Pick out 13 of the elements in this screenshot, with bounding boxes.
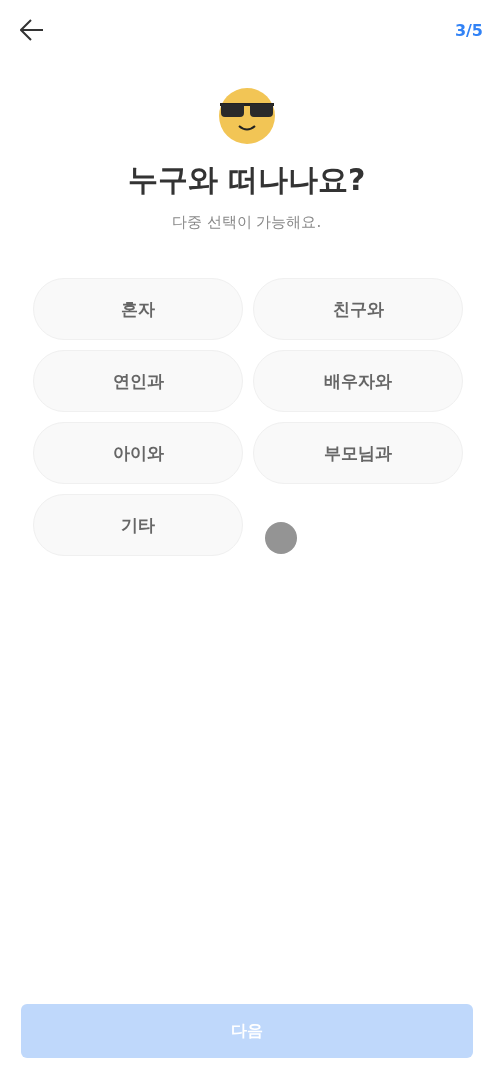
page-title: 누구와 떠나나요? — [127, 161, 366, 199]
option-chip[interactable]: 친구와 — [253, 278, 463, 340]
option-chip[interactable]: 연인과 — [33, 350, 243, 412]
option-chip[interactable]: 아이와 — [33, 422, 243, 484]
option-chip[interactable]: 배우자와 — [253, 350, 463, 412]
option-chip[interactable]: 부모님과 — [253, 422, 463, 484]
page-subtitle: 다중 선택이 가능해요. — [171, 213, 322, 232]
touch-indicator — [265, 522, 297, 554]
sunglasses-emoji-icon — [218, 88, 275, 144]
option-chip[interactable]: 혼자 — [33, 278, 243, 340]
step-counter: 3/5 — [454, 20, 483, 40]
option-chip[interactable]: 기타 — [33, 494, 243, 556]
back-arrow-icon — [20, 19, 44, 41]
